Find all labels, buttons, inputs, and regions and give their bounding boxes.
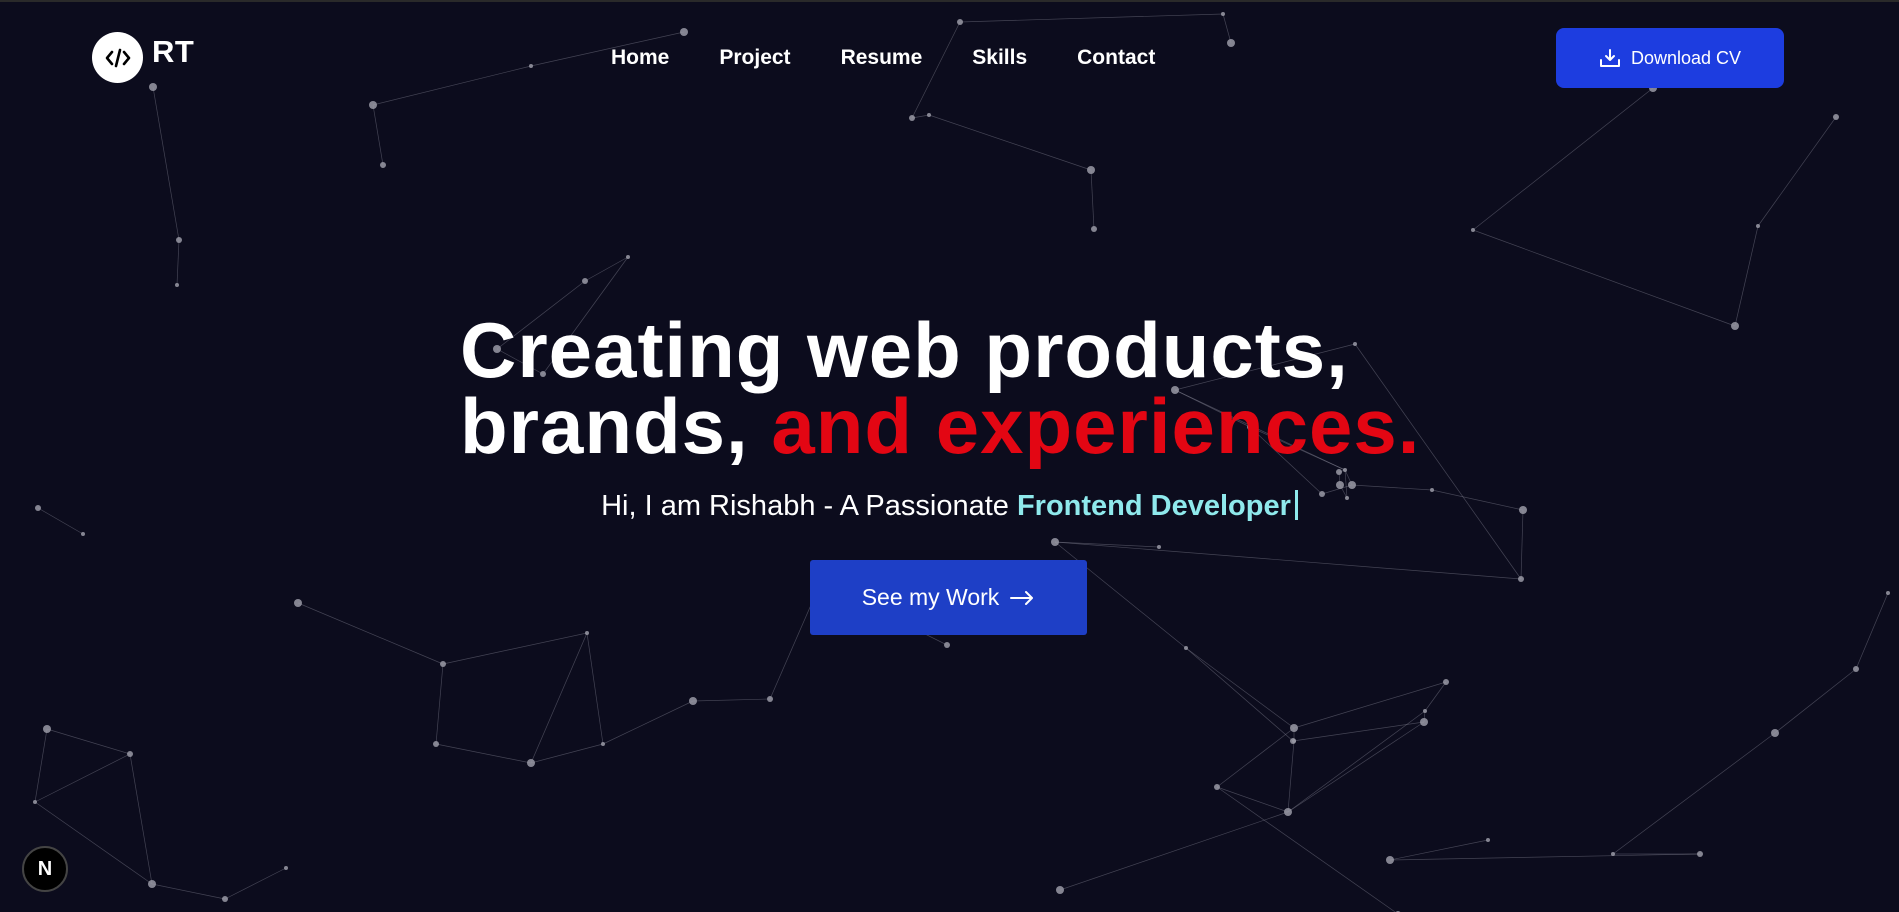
nextjs-badge-letter: N: [37, 857, 53, 880]
nextjs-logo-icon[interactable]: N: [22, 846, 68, 892]
hero-heading: Creating web products, brands, and exper…: [460, 311, 1420, 465]
hero-intro: Hi, I am Rishabh - A Passionate: [601, 490, 1017, 522]
hero-heading-highlight: and experiences.: [771, 382, 1421, 470]
nav-link-skills[interactable]: Skills: [972, 46, 1027, 70]
typing-cursor: [1294, 490, 1298, 520]
logo-text: RT: [152, 33, 195, 69]
nav-link-home[interactable]: Home: [611, 46, 669, 70]
see-my-work-button[interactable]: See my Work: [810, 560, 1087, 635]
nav-link-contact[interactable]: Contact: [1077, 46, 1155, 70]
nav-link-resume[interactable]: Resume: [841, 46, 923, 70]
download-icon: [1599, 49, 1620, 67]
download-cv-label: Download CV: [1630, 47, 1742, 68]
code-icon: [92, 32, 143, 83]
hero-subtitle: Hi, I am Rishabh - A Passionate Frontend…: [0, 490, 1899, 523]
download-cv-button[interactable]: Download CV: [1556, 28, 1784, 88]
hero-role-typewriter: Frontend Developer: [1016, 490, 1291, 522]
nav-link-project[interactable]: Project: [719, 46, 790, 70]
main-menu: Home Project Resume Skills Contact: [611, 46, 1205, 70]
see-my-work-label: See my Work: [861, 584, 1000, 610]
logo[interactable]: RT: [92, 32, 194, 83]
hero-heading-line1: Creating web products,: [460, 306, 1349, 394]
navbar: RT Home Project Resume Skills Contact Do…: [0, 2, 1899, 112]
arrow-right-icon: [1010, 590, 1034, 605]
page: RT Home Project Resume Skills Contact Do…: [0, 0, 1899, 912]
hero-heading-line2: brands,: [460, 382, 772, 470]
